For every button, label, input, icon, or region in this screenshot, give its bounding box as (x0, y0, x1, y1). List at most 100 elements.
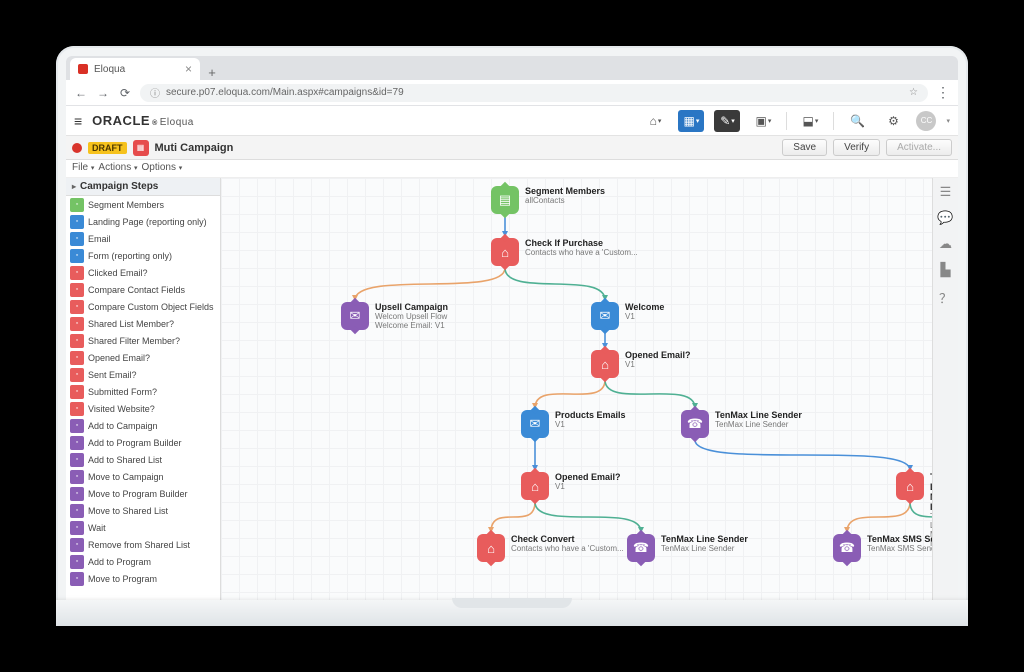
list-icon[interactable]: ☰ (940, 184, 952, 200)
reload-icon[interactable]: ⟳ (118, 86, 132, 100)
sidebar-item[interactable]: ▫Move to Campaign (66, 468, 220, 485)
close-icon[interactable]: × (185, 62, 192, 76)
title-bar: DRAFT ▦ Muti Campaign Save Verify Activa… (66, 136, 958, 160)
segment-menu[interactable]: ▦▾ (678, 110, 704, 132)
analytics-icon[interactable]: ▙ (941, 262, 951, 278)
canvas-node[interactable]: ✉Upsell CampaignWelcom Upsell FlowWelcom… (341, 302, 448, 330)
address-bar[interactable]: ⓘ secure.p07.eloqua.com/Main.aspx#campai… (140, 84, 928, 102)
cloud-icon[interactable]: ☁ (939, 236, 952, 252)
step-icon: ▫ (70, 283, 84, 297)
search-icon[interactable]: 🔍 (844, 110, 870, 132)
step-icon: ▫ (70, 419, 84, 433)
hamburger-icon[interactable]: ≡ (74, 113, 82, 129)
step-icon: ▫ (70, 487, 84, 501)
menu-options[interactable]: Options ▾ (142, 162, 183, 175)
status-indicator-icon (72, 143, 82, 153)
canvas-node[interactable]: ⌂Check ConvertContacts who have a 'Custo… (477, 534, 624, 562)
sidebar-item[interactable]: ▫Opened Email? (66, 349, 220, 366)
sidebar-item[interactable]: ▫Add to Program Builder (66, 434, 220, 451)
browser-menu-icon[interactable]: ⋮ (936, 84, 950, 101)
home-menu[interactable]: ⌂▾ (642, 110, 668, 132)
sidebar: ▸ Campaign Steps ▫Segment Members▫Landin… (66, 178, 221, 626)
activate-button[interactable]: Activate... (886, 139, 952, 156)
step-icon: ▫ (70, 572, 84, 586)
lock-icon: ⓘ (150, 85, 160, 100)
avatar[interactable]: CC (916, 111, 936, 131)
step-icon: ▫ (70, 351, 84, 365)
sidebar-item[interactable]: ▫Submitted Form? (66, 383, 220, 400)
node-icon: ☎ (627, 534, 655, 562)
laptop-frame: Eloqua × + ← → ⟳ ⓘ secure.p07.eloqua.com… (56, 46, 968, 626)
tab-title: Eloqua (94, 64, 125, 75)
settings-icon[interactable]: ⚙ (880, 110, 906, 132)
chat-icon[interactable]: 💬 (937, 210, 953, 226)
step-icon: ▫ (70, 538, 84, 552)
canvas-node[interactable]: ✉WelcomeV1 (591, 302, 664, 330)
menu-actions[interactable]: Actions ▾ (98, 162, 137, 175)
sidebar-item[interactable]: ▫Visited Website? (66, 400, 220, 417)
step-icon: ▫ (70, 300, 84, 314)
sidebar-item[interactable]: ▫Form (reporting only) (66, 247, 220, 264)
sidebar-item[interactable]: ▫Landing Page (reporting only) (66, 213, 220, 230)
menu-file[interactable]: File ▾ (72, 162, 94, 175)
sidebar-item[interactable]: ▫Segment Members (66, 196, 220, 213)
step-icon: ▫ (70, 334, 84, 348)
bookmark-icon[interactable]: ☆ (909, 87, 918, 98)
brand-logo: ORACLE® Eloqua (92, 113, 194, 128)
sidebar-item[interactable]: ▫Shared List Member? (66, 315, 220, 332)
sidebar-item[interactable]: ▫Move to Shared List (66, 502, 220, 519)
sidebar-item[interactable]: ▫Add to Program (66, 553, 220, 570)
node-icon: ⌂ (521, 472, 549, 500)
node-icon: ✉ (341, 302, 369, 330)
url-text: secure.p07.eloqua.com/Main.aspx#campaign… (166, 87, 404, 98)
node-icon: ☎ (681, 410, 709, 438)
canvas-node[interactable]: ⌂Opened Email?V1 (521, 472, 621, 500)
menu-bar: File ▾ Actions ▾ Options ▾ (66, 160, 958, 178)
step-icon: ▫ (70, 504, 84, 518)
browser-tabbar: Eloqua × + (66, 56, 958, 80)
step-icon: ▫ (70, 385, 84, 399)
step-icon: ▫ (70, 402, 84, 416)
step-icon: ▫ (70, 198, 84, 212)
verify-button[interactable]: Verify (833, 139, 880, 156)
sidebar-item[interactable]: ▫Compare Contact Fields (66, 281, 220, 298)
chart-menu[interactable]: ⬓▾ (797, 110, 823, 132)
sidebar-item[interactable]: ▫Clicked Email? (66, 264, 220, 281)
sidebar-header[interactable]: ▸ Campaign Steps (66, 178, 220, 196)
node-icon: ✉ (591, 302, 619, 330)
image-menu[interactable]: ▣▾ (750, 110, 776, 132)
sidebar-item[interactable]: ▫Compare Custom Object Fields (66, 298, 220, 315)
help-icon[interactable]: ？ (939, 288, 952, 307)
step-icon: ▫ (70, 215, 84, 229)
campaign-canvas[interactable]: ▤Segment MembersallContacts ⌂Check If Pur… (221, 178, 958, 626)
sidebar-item[interactable]: ▫Sent Email? (66, 366, 220, 383)
sidebar-item[interactable]: ▫Add to Shared List (66, 451, 220, 468)
node-icon: ⌂ (591, 350, 619, 378)
node-icon: ⌂ (896, 472, 924, 500)
canvas-node[interactable]: ⌂Check If PurchaseContacts who have a 'C… (491, 238, 638, 266)
new-tab-button[interactable]: + (204, 64, 220, 80)
node-icon: ⌂ (491, 238, 519, 266)
canvas-node[interactable]: ✉Products EmailsV1 (521, 410, 626, 438)
sidebar-item[interactable]: ▫Wait (66, 519, 220, 536)
forward-icon[interactable]: → (96, 86, 110, 100)
step-icon: ▫ (70, 436, 84, 450)
save-button[interactable]: Save (782, 139, 827, 156)
sidebar-item[interactable]: ▫Email (66, 230, 220, 247)
sidebar-item[interactable]: ▫Shared Filter Member? (66, 332, 220, 349)
canvas-node[interactable]: ⌂Opened Email?V1 (591, 350, 691, 378)
sidebar-item[interactable]: ▫Remove from Shared List (66, 536, 220, 553)
node-icon: ⌂ (477, 534, 505, 562)
canvas-node[interactable]: ☎TenMax Line SenderTenMax Line Sender (627, 534, 748, 562)
browser-tab[interactable]: Eloqua × (70, 58, 200, 80)
sidebar-item[interactable]: ▫Move to Program Builder (66, 485, 220, 502)
draft-badge: DRAFT (88, 142, 127, 154)
campaign-title: Muti Campaign (155, 142, 234, 154)
assets-menu[interactable]: ✎▾ (714, 110, 740, 132)
sidebar-item[interactable]: ▫Add to Campaign (66, 417, 220, 434)
canvas-node[interactable]: ☎TenMax Line SenderTenMax Line Sender (681, 410, 802, 438)
sidebar-item[interactable]: ▫Move to Program (66, 570, 220, 587)
app-toolbar: ≡ ORACLE® Eloqua ⌂▾ ▦▾ ✎▾ ▣▾ ⬓▾ 🔍 ⚙ CC ▾ (66, 106, 958, 136)
back-icon[interactable]: ← (74, 86, 88, 100)
canvas-node[interactable]: ▤Segment MembersallContacts (491, 186, 605, 214)
